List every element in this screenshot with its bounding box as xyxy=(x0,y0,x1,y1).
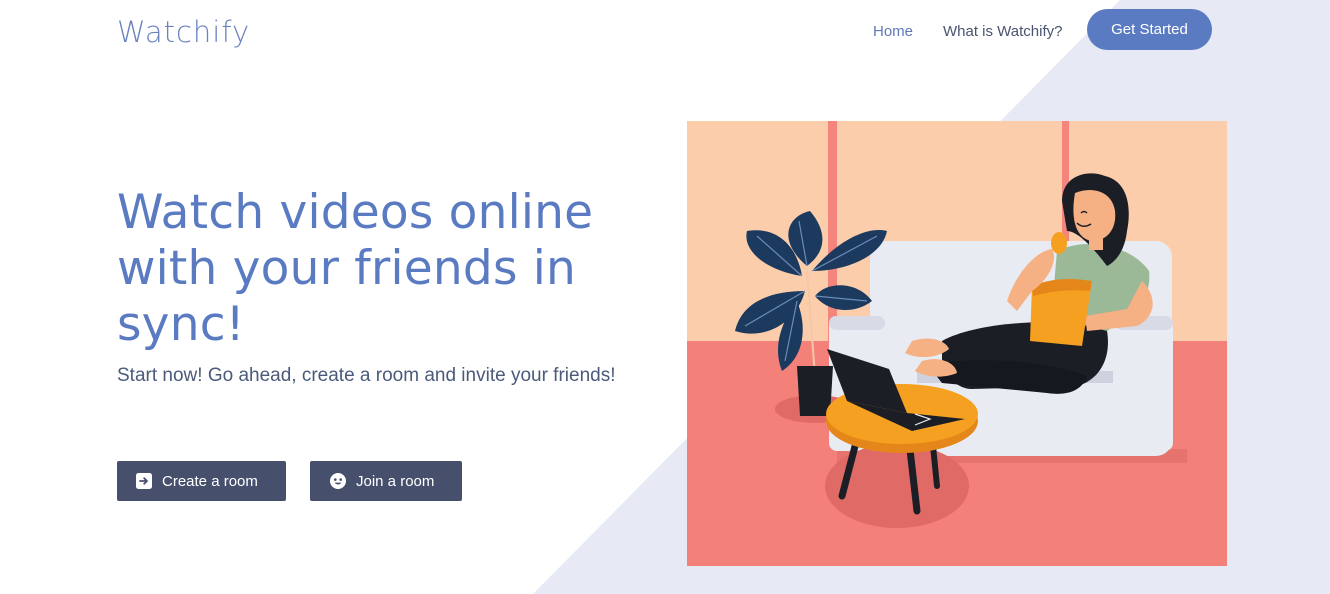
join-room-button[interactable]: Join a room xyxy=(310,461,462,501)
woman-watching-laptop-illustration xyxy=(687,121,1227,566)
join-room-label: Join a room xyxy=(356,472,435,490)
hero-subtitle: Start now! Go ahead, create a room and i… xyxy=(117,365,616,386)
hero-section: Watch videos online with your friends in… xyxy=(0,0,1330,594)
enter-icon xyxy=(136,473,152,489)
smiley-icon xyxy=(330,473,346,489)
hero-title: Watch videos online with your friends in… xyxy=(117,185,594,352)
create-room-button[interactable]: Create a room xyxy=(117,461,286,501)
create-room-label: Create a room xyxy=(162,472,258,490)
